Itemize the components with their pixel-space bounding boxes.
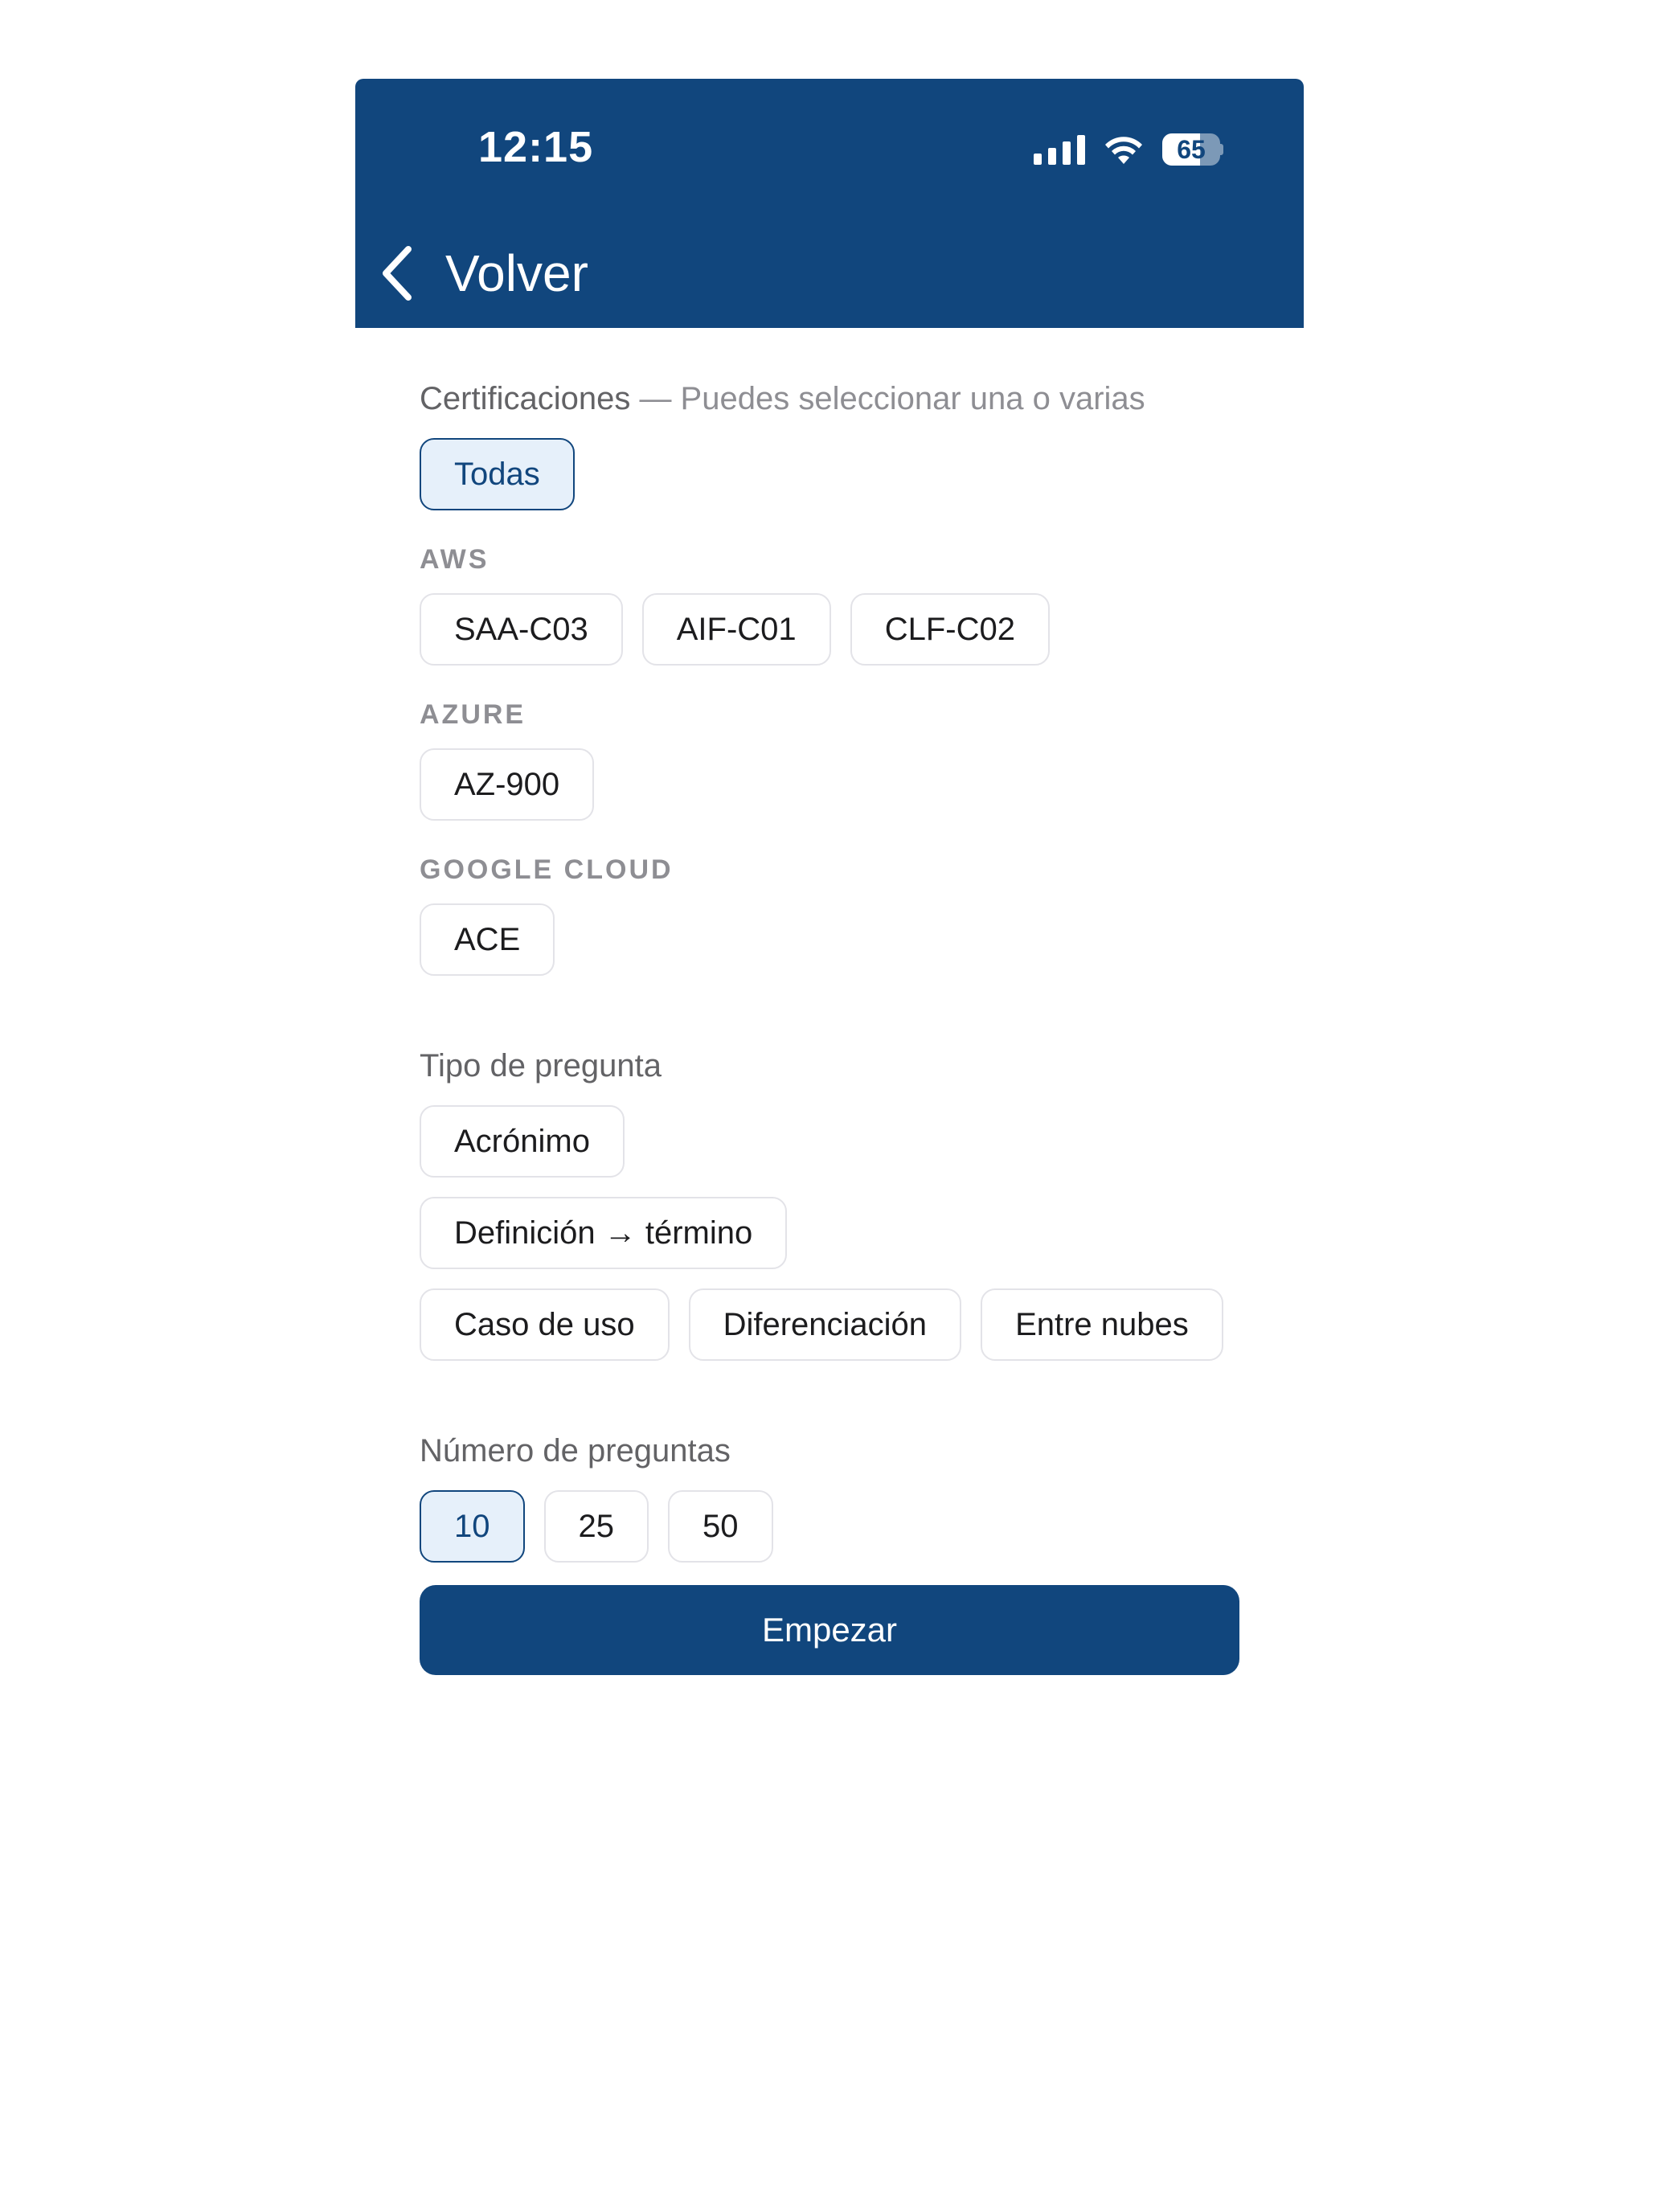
chevron-left-icon [383,246,412,301]
cellular-signal-icon [1034,134,1085,165]
chip-caso-de-uso[interactable]: Caso de uso [420,1288,670,1361]
google-cloud-chips: ACE [420,903,1239,976]
certifications-title: Certificaciones [420,381,631,416]
status-icons: 65 [1034,132,1223,167]
question-count-chips: 10 25 50 [420,1490,1239,1563]
battery-icon: 65 [1162,133,1223,166]
start-button[interactable]: Empezar [420,1585,1239,1675]
chip-count-10[interactable]: 10 [420,1490,525,1563]
aws-chips: SAA-C03 AIF-C01 CLF-C02 [420,593,1239,666]
chip-diferenciacion[interactable]: Diferenciación [688,1288,962,1361]
azure-chips: AZ-900 [420,748,1239,821]
group-label-google-cloud: GOOGLE CLOUD [420,854,674,885]
chip-acronimo[interactable]: Acrónimo [420,1105,625,1178]
chip-clf-c02[interactable]: CLF-C02 [850,593,1050,666]
chip-aif-c01[interactable]: AIF-C01 [641,593,831,666]
status-time: 12:15 [478,123,594,171]
wifi-icon [1105,137,1142,164]
all-certifications-group: Todas [420,438,1239,510]
chip-definicion-termino[interactable]: Definición → término [420,1197,788,1269]
certifications-label: Certificaciones — Puedes seleccionar una… [420,381,1239,417]
certifications-hint: — Puedes seleccionar una o varias [630,381,1145,416]
session-form: Certificaciones — Puedes seleccionar una… [420,370,1239,1563]
chip-count-25[interactable]: 25 [543,1490,649,1563]
question-type-chips: Acrónimo Definición → término Caso de us… [420,1105,1239,1361]
chip-saa-c03[interactable]: SAA-C03 [420,593,623,666]
question-count-label: Número de preguntas [420,1433,731,1469]
back-label: Volver [445,244,588,302]
chip-count-50[interactable]: 50 [668,1490,773,1563]
group-label-azure: AZURE [420,699,526,730]
group-label-aws: AWS [420,544,490,575]
app-header: 12:15 65 Volver Nueva sesión [355,79,1304,383]
question-type-label: Tipo de pregunta [420,1048,662,1083]
chip-todas[interactable]: Todas [420,438,575,510]
battery-level: 65 [1177,135,1206,164]
chip-az-900[interactable]: AZ-900 [420,748,595,821]
chip-ace[interactable]: ACE [420,903,555,976]
chip-entre-nubes[interactable]: Entre nubes [981,1288,1223,1361]
back-button[interactable]: Volver [379,240,588,307]
